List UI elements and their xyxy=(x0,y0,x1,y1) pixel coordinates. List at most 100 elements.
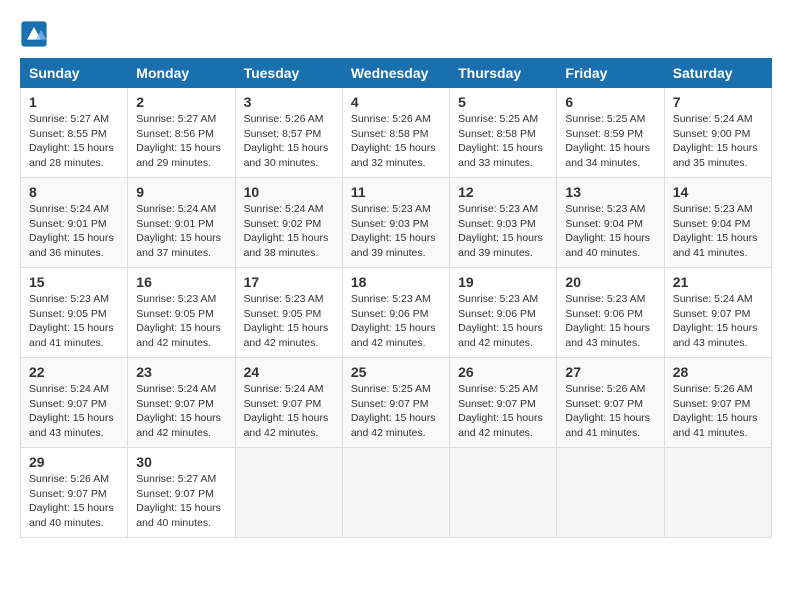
day-number: 9 xyxy=(136,184,226,200)
day-number: 14 xyxy=(673,184,763,200)
day-info: Sunrise: 5:23 AM Sunset: 9:04 PM Dayligh… xyxy=(565,202,655,261)
day-info: Sunrise: 5:25 AM Sunset: 8:58 PM Dayligh… xyxy=(458,112,548,171)
table-row: 20 Sunrise: 5:23 AM Sunset: 9:06 PM Dayl… xyxy=(557,268,664,358)
table-row: 16 Sunrise: 5:23 AM Sunset: 9:05 PM Dayl… xyxy=(128,268,235,358)
day-info: Sunrise: 5:27 AM Sunset: 8:55 PM Dayligh… xyxy=(29,112,119,171)
day-number: 29 xyxy=(29,454,119,470)
day-number: 20 xyxy=(565,274,655,290)
table-row xyxy=(557,448,664,538)
table-row: 10 Sunrise: 5:24 AM Sunset: 9:02 PM Dayl… xyxy=(235,178,342,268)
logo xyxy=(20,20,52,48)
table-row: 19 Sunrise: 5:23 AM Sunset: 9:06 PM Dayl… xyxy=(450,268,557,358)
day-number: 15 xyxy=(29,274,119,290)
table-row: 14 Sunrise: 5:23 AM Sunset: 9:04 PM Dayl… xyxy=(664,178,771,268)
day-number: 24 xyxy=(244,364,334,380)
day-info: Sunrise: 5:24 AM Sunset: 9:07 PM Dayligh… xyxy=(29,382,119,441)
day-number: 26 xyxy=(458,364,548,380)
day-info: Sunrise: 5:26 AM Sunset: 9:07 PM Dayligh… xyxy=(565,382,655,441)
table-row: 18 Sunrise: 5:23 AM Sunset: 9:06 PM Dayl… xyxy=(342,268,449,358)
table-row xyxy=(235,448,342,538)
weekday-header-friday: Friday xyxy=(557,59,664,88)
day-info: Sunrise: 5:24 AM Sunset: 9:07 PM Dayligh… xyxy=(673,292,763,351)
day-info: Sunrise: 5:26 AM Sunset: 9:07 PM Dayligh… xyxy=(673,382,763,441)
day-number: 6 xyxy=(565,94,655,110)
table-row xyxy=(664,448,771,538)
calendar-table: SundayMondayTuesdayWednesdayThursdayFrid… xyxy=(20,58,772,538)
day-info: Sunrise: 5:26 AM Sunset: 8:58 PM Dayligh… xyxy=(351,112,441,171)
day-info: Sunrise: 5:23 AM Sunset: 9:04 PM Dayligh… xyxy=(673,202,763,261)
day-info: Sunrise: 5:23 AM Sunset: 9:05 PM Dayligh… xyxy=(29,292,119,351)
day-number: 17 xyxy=(244,274,334,290)
day-info: Sunrise: 5:23 AM Sunset: 9:06 PM Dayligh… xyxy=(351,292,441,351)
day-number: 5 xyxy=(458,94,548,110)
table-row: 11 Sunrise: 5:23 AM Sunset: 9:03 PM Dayl… xyxy=(342,178,449,268)
day-info: Sunrise: 5:24 AM Sunset: 9:00 PM Dayligh… xyxy=(673,112,763,171)
day-info: Sunrise: 5:25 AM Sunset: 9:07 PM Dayligh… xyxy=(351,382,441,441)
table-row: 13 Sunrise: 5:23 AM Sunset: 9:04 PM Dayl… xyxy=(557,178,664,268)
day-number: 8 xyxy=(29,184,119,200)
day-number: 30 xyxy=(136,454,226,470)
day-info: Sunrise: 5:23 AM Sunset: 9:06 PM Dayligh… xyxy=(458,292,548,351)
day-info: Sunrise: 5:24 AM Sunset: 9:07 PM Dayligh… xyxy=(136,382,226,441)
weekday-header-sunday: Sunday xyxy=(21,59,128,88)
day-number: 23 xyxy=(136,364,226,380)
day-number: 21 xyxy=(673,274,763,290)
day-info: Sunrise: 5:23 AM Sunset: 9:03 PM Dayligh… xyxy=(458,202,548,261)
table-row: 4 Sunrise: 5:26 AM Sunset: 8:58 PM Dayli… xyxy=(342,88,449,178)
day-number: 11 xyxy=(351,184,441,200)
day-info: Sunrise: 5:24 AM Sunset: 9:07 PM Dayligh… xyxy=(244,382,334,441)
day-number: 18 xyxy=(351,274,441,290)
table-row: 6 Sunrise: 5:25 AM Sunset: 8:59 PM Dayli… xyxy=(557,88,664,178)
day-number: 13 xyxy=(565,184,655,200)
day-number: 19 xyxy=(458,274,548,290)
day-info: Sunrise: 5:24 AM Sunset: 9:02 PM Dayligh… xyxy=(244,202,334,261)
day-number: 7 xyxy=(673,94,763,110)
table-row: 7 Sunrise: 5:24 AM Sunset: 9:00 PM Dayli… xyxy=(664,88,771,178)
header xyxy=(20,20,772,48)
calendar-week-4: 22 Sunrise: 5:24 AM Sunset: 9:07 PM Dayl… xyxy=(21,358,772,448)
table-row: 2 Sunrise: 5:27 AM Sunset: 8:56 PM Dayli… xyxy=(128,88,235,178)
day-number: 10 xyxy=(244,184,334,200)
calendar-week-3: 15 Sunrise: 5:23 AM Sunset: 9:05 PM Dayl… xyxy=(21,268,772,358)
day-number: 27 xyxy=(565,364,655,380)
day-info: Sunrise: 5:26 AM Sunset: 8:57 PM Dayligh… xyxy=(244,112,334,171)
calendar-week-2: 8 Sunrise: 5:24 AM Sunset: 9:01 PM Dayli… xyxy=(21,178,772,268)
day-number: 4 xyxy=(351,94,441,110)
day-number: 22 xyxy=(29,364,119,380)
day-number: 12 xyxy=(458,184,548,200)
table-row xyxy=(450,448,557,538)
table-row: 1 Sunrise: 5:27 AM Sunset: 8:55 PM Dayli… xyxy=(21,88,128,178)
table-row: 24 Sunrise: 5:24 AM Sunset: 9:07 PM Dayl… xyxy=(235,358,342,448)
day-number: 2 xyxy=(136,94,226,110)
table-row: 22 Sunrise: 5:24 AM Sunset: 9:07 PM Dayl… xyxy=(21,358,128,448)
day-number: 28 xyxy=(673,364,763,380)
day-info: Sunrise: 5:24 AM Sunset: 9:01 PM Dayligh… xyxy=(136,202,226,261)
day-info: Sunrise: 5:25 AM Sunset: 9:07 PM Dayligh… xyxy=(458,382,548,441)
weekday-header-saturday: Saturday xyxy=(664,59,771,88)
table-row: 25 Sunrise: 5:25 AM Sunset: 9:07 PM Dayl… xyxy=(342,358,449,448)
weekday-header-thursday: Thursday xyxy=(450,59,557,88)
table-row: 9 Sunrise: 5:24 AM Sunset: 9:01 PM Dayli… xyxy=(128,178,235,268)
table-row: 23 Sunrise: 5:24 AM Sunset: 9:07 PM Dayl… xyxy=(128,358,235,448)
day-info: Sunrise: 5:23 AM Sunset: 9:05 PM Dayligh… xyxy=(136,292,226,351)
day-number: 1 xyxy=(29,94,119,110)
calendar-week-1: 1 Sunrise: 5:27 AM Sunset: 8:55 PM Dayli… xyxy=(21,88,772,178)
table-row: 30 Sunrise: 5:27 AM Sunset: 9:07 PM Dayl… xyxy=(128,448,235,538)
table-row: 3 Sunrise: 5:26 AM Sunset: 8:57 PM Dayli… xyxy=(235,88,342,178)
table-row: 17 Sunrise: 5:23 AM Sunset: 9:05 PM Dayl… xyxy=(235,268,342,358)
table-row: 21 Sunrise: 5:24 AM Sunset: 9:07 PM Dayl… xyxy=(664,268,771,358)
weekday-header-tuesday: Tuesday xyxy=(235,59,342,88)
table-row: 27 Sunrise: 5:26 AM Sunset: 9:07 PM Dayl… xyxy=(557,358,664,448)
day-info: Sunrise: 5:23 AM Sunset: 9:03 PM Dayligh… xyxy=(351,202,441,261)
weekday-header-wednesday: Wednesday xyxy=(342,59,449,88)
day-info: Sunrise: 5:26 AM Sunset: 9:07 PM Dayligh… xyxy=(29,472,119,531)
table-row: 5 Sunrise: 5:25 AM Sunset: 8:58 PM Dayli… xyxy=(450,88,557,178)
weekday-header-row: SundayMondayTuesdayWednesdayThursdayFrid… xyxy=(21,59,772,88)
table-row: 26 Sunrise: 5:25 AM Sunset: 9:07 PM Dayl… xyxy=(450,358,557,448)
day-info: Sunrise: 5:24 AM Sunset: 9:01 PM Dayligh… xyxy=(29,202,119,261)
table-row: 29 Sunrise: 5:26 AM Sunset: 9:07 PM Dayl… xyxy=(21,448,128,538)
day-number: 16 xyxy=(136,274,226,290)
table-row: 8 Sunrise: 5:24 AM Sunset: 9:01 PM Dayli… xyxy=(21,178,128,268)
day-info: Sunrise: 5:23 AM Sunset: 9:05 PM Dayligh… xyxy=(244,292,334,351)
table-row xyxy=(342,448,449,538)
